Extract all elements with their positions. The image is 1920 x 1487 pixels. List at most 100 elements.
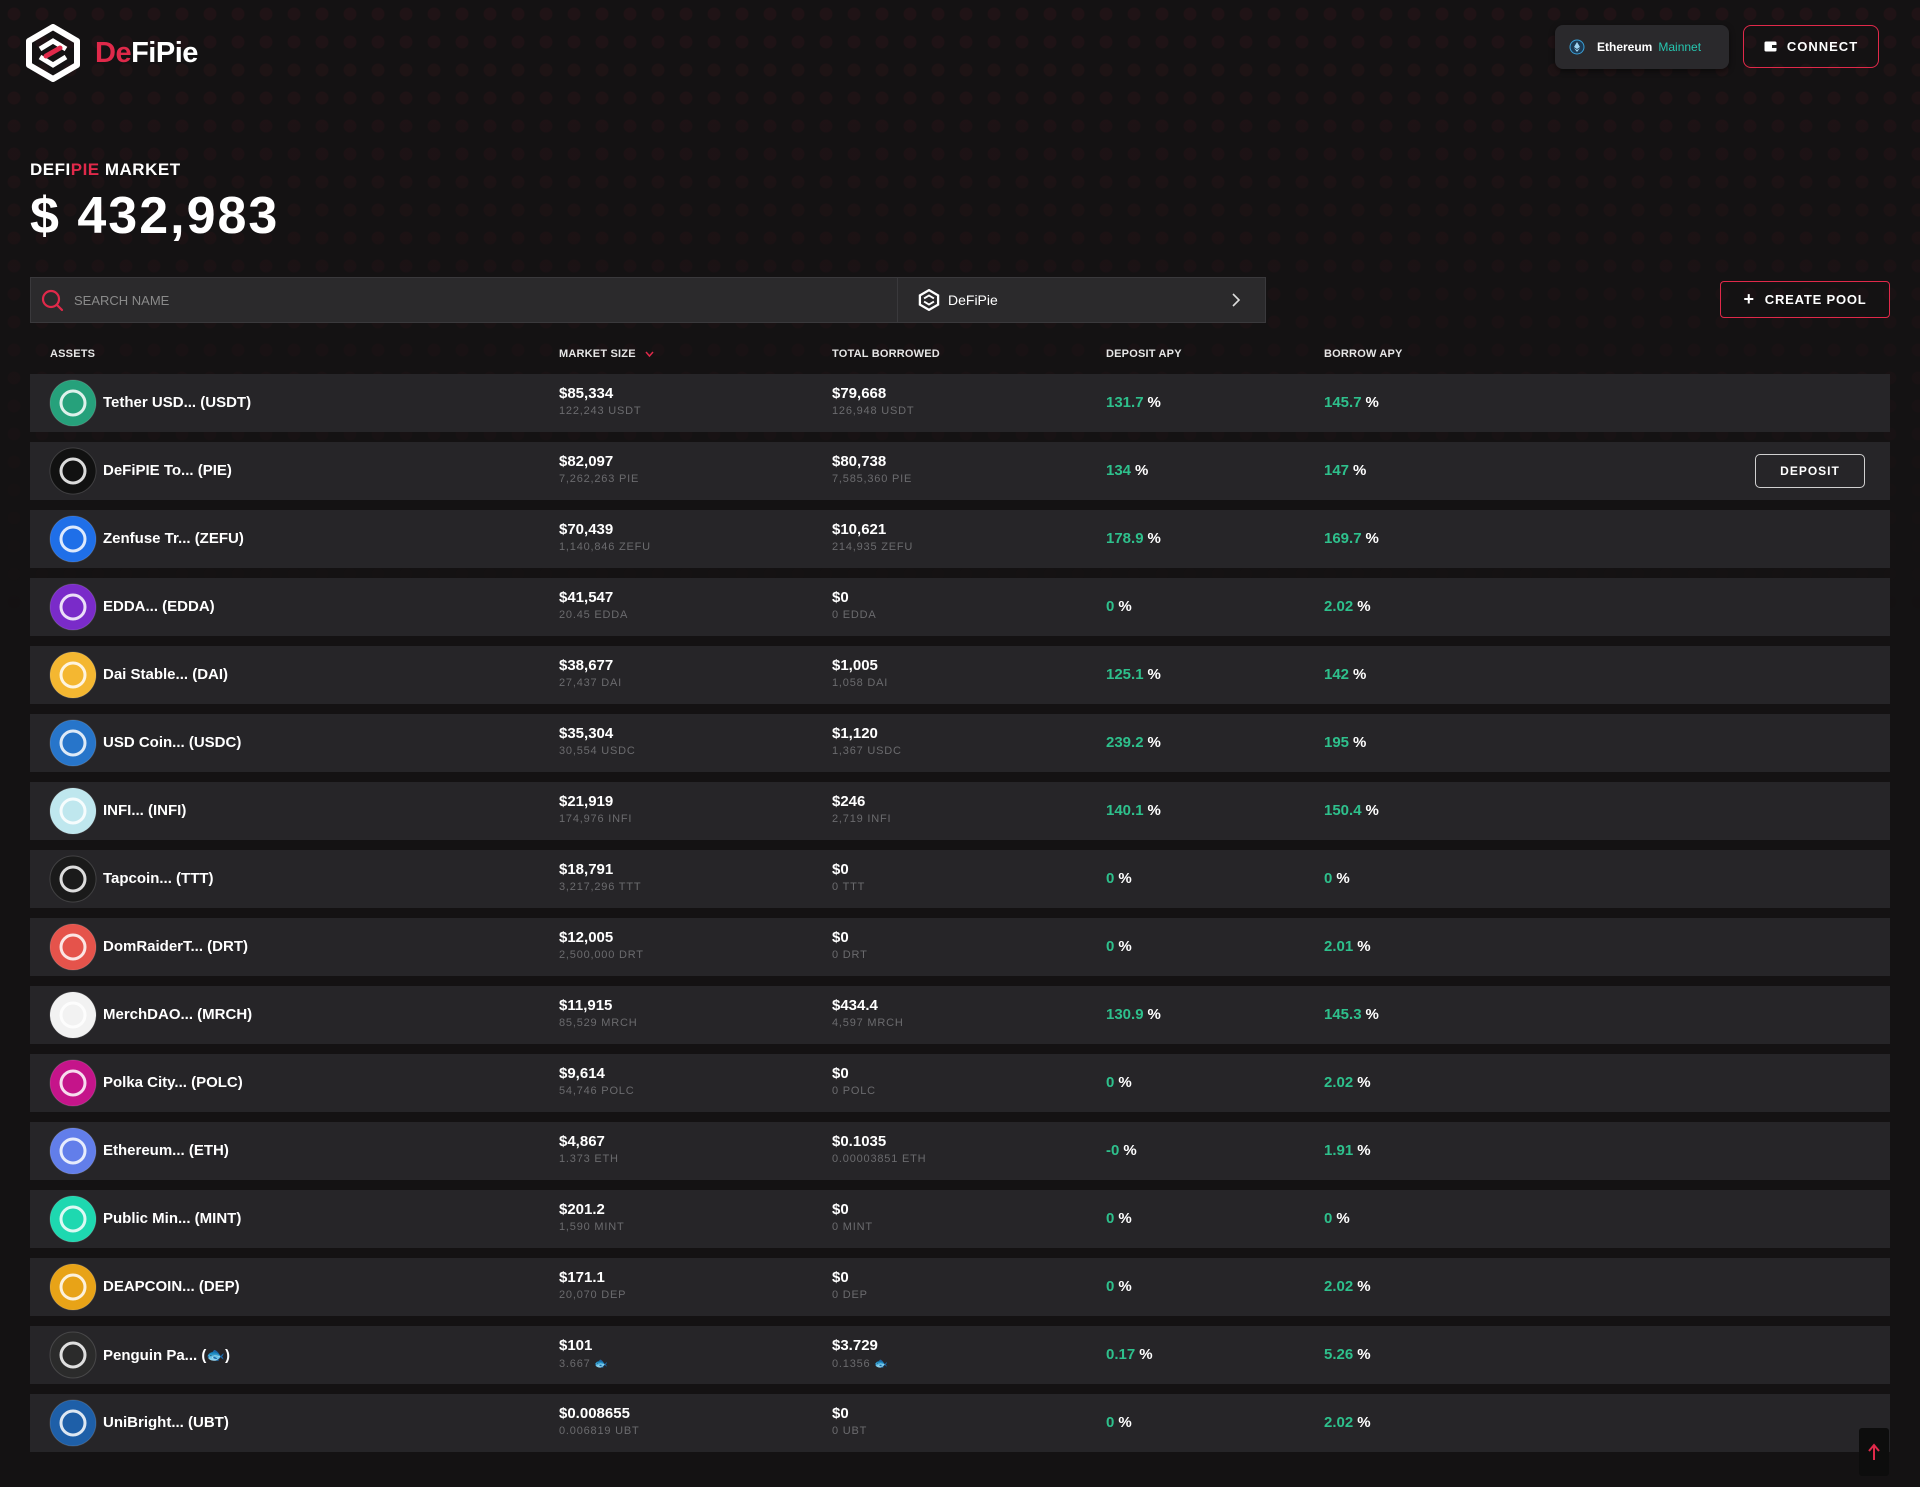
table-row[interactable]: INFI... (INFI) $21,919 174,976 INFI $246 2,7… <box>30 782 1890 840</box>
asset-name: Public Min... (MINT) <box>103 1210 242 1227</box>
percent-sign: % <box>1118 870 1132 887</box>
table-row[interactable]: Polka City... (POLC) $9,614 54,746 POLC $0 0… <box>30 1054 1890 1112</box>
edda-icon <box>49 583 97 631</box>
total-borrowed-amount: 1,367 USDC <box>832 745 902 757</box>
total-borrowed-usd: $434.4 <box>832 997 878 1014</box>
market-size-cell: $12,005 2,500,000 DRT <box>559 929 644 961</box>
table-row[interactable]: Tether USD... (USDT) $85,334 122,243 USDT $… <box>30 374 1890 432</box>
table-row[interactable]: USD Coin... (USDC) $35,304 30,554 USDC $1,1… <box>30 714 1890 772</box>
table-row[interactable]: Ethereum... (ETH) $4,867 1.373 ETH $0.1035 0… <box>30 1122 1890 1180</box>
table-row[interactable]: DomRaiderT... (DRT) $12,005 2,500,000 DRT $… <box>30 918 1890 976</box>
total-borrowed-cell: $0 0 POLC <box>832 1065 876 1097</box>
create-pool-button[interactable]: + CREATE POOL <box>1720 281 1890 318</box>
market-size-usd: $85,334 <box>559 385 614 402</box>
connect-wallet-button[interactable]: CONNECT <box>1743 25 1879 68</box>
total-borrowed-cell: $1,005 1,058 DAI <box>832 657 888 689</box>
asset-name: USD Coin... (USDC) <box>103 734 242 751</box>
market-size-cell: $35,304 30,554 USDC <box>559 725 636 757</box>
total-borrowed-usd: $0 <box>832 589 849 606</box>
borrow-apy-cell: 2.02% <box>1324 1278 1371 1295</box>
percent-sign: % <box>1123 1142 1137 1159</box>
borrow-apy-cell: 2.02% <box>1324 1414 1371 1431</box>
borrow-apy-cell: 195% <box>1324 734 1366 751</box>
column-header-borrow-apy[interactable]: BORROW APY <box>1324 348 1403 360</box>
borrow-apy-cell: 145.7% <box>1324 394 1379 411</box>
network-selector[interactable]: Ethereum Mainnet <box>1555 25 1729 69</box>
column-header-total-borrowed[interactable]: TOTAL BORROWED <box>832 348 940 360</box>
table-row[interactable]: Public Min... (MINT) $201.2 1,590 MINT $0 0 … <box>30 1190 1890 1248</box>
asset-name: Dai Stable... (DAI) <box>103 666 229 683</box>
market-size-amount: 122,243 USDT <box>559 405 642 417</box>
total-borrowed-amount: 0 DRT <box>832 949 868 961</box>
total-borrowed-amount: 0 UBT <box>832 1425 868 1437</box>
percent-sign: % <box>1147 530 1161 547</box>
market-size-cell: $0.008655 0.006819 UBT <box>559 1405 640 1437</box>
table-row[interactable]: Dai Stable... (DAI) $38,677 27,437 DAI $1,0… <box>30 646 1890 704</box>
total-borrowed-usd: $10,621 <box>832 521 887 538</box>
table-row[interactable]: Penguin Pa... (🐟) $101 3.667 🐟 $3.729 0.1356… <box>30 1326 1890 1384</box>
brand-logo[interactable]: DeFiPie <box>26 24 198 82</box>
market-size-cell: $41,547 20.45 EDDA <box>559 589 628 621</box>
percent-sign: % <box>1365 394 1379 411</box>
percent-sign: % <box>1357 1346 1371 1363</box>
search-input[interactable] <box>72 291 897 309</box>
total-borrowed-cell: $0 0 UBT <box>832 1405 867 1437</box>
borrow-apy-cell: 147% <box>1324 462 1366 479</box>
column-header-deposit-apy[interactable]: DEPOSIT APY <box>1106 348 1182 360</box>
top-bar: DeFiPie Ethereum Mainnet CONNECT <box>0 0 1920 110</box>
market-size-cell: $201.2 1,590 MINT <box>559 1201 624 1233</box>
total-borrowed-cell: $0 0 DEP <box>832 1269 868 1301</box>
percent-sign: % <box>1336 870 1350 887</box>
pool-selector[interactable]: DeFiPie <box>898 278 1265 322</box>
market-size-amount: 30,554 USDC <box>559 745 636 757</box>
table-row[interactable]: DeFiPIE To... (PIE) $82,097 7,262,263 PIE $… <box>30 442 1890 500</box>
percent-sign: % <box>1118 938 1132 955</box>
deposit-apy-cell: 131.7% <box>1106 394 1161 411</box>
search-icon <box>41 289 64 312</box>
market-size-amount: 20,070 DEP <box>559 1289 627 1301</box>
total-borrowed-usd: $0 <box>832 861 849 878</box>
percent-sign: % <box>1135 462 1149 479</box>
table-row[interactable]: MerchDAO... (MRCH) $11,915 85,529 MRCH $434… <box>30 986 1890 1044</box>
market-size-amount: 0.006819 UBT <box>559 1425 640 1437</box>
borrow-apy-value: 2.02 <box>1324 598 1354 615</box>
market-size-usd: $201.2 <box>559 1201 605 1218</box>
percent-sign: % <box>1147 802 1161 819</box>
percent-sign: % <box>1118 1278 1132 1295</box>
total-borrowed-usd: $0 <box>832 1269 849 1286</box>
deposit-button[interactable]: DEPOSIT <box>1755 454 1865 488</box>
market-title-part-b: PIE <box>70 160 100 179</box>
market-size-usd: $82,097 <box>559 453 614 470</box>
asset-name: Zenfuse Tr... (ZEFU) <box>103 530 244 547</box>
deposit-apy-cell: 140.1% <box>1106 802 1161 819</box>
column-header-market-size[interactable]: MARKET SIZE <box>559 348 654 360</box>
total-borrowed-amount: 0 POLC <box>832 1085 876 1097</box>
scroll-to-top-button[interactable] <box>1859 1428 1889 1476</box>
borrow-apy-cell: 0% <box>1324 1210 1350 1227</box>
table-row[interactable]: Zenfuse Tr... (ZEFU) $70,439 1,140,846 ZEF… <box>30 510 1890 568</box>
market-size-cell: $82,097 7,262,263 PIE <box>559 453 639 485</box>
table-row[interactable]: Tapcoin... (TTT) $18,791 3,217,296 TTT $0 0 … <box>30 850 1890 908</box>
market-size-cell: $9,614 54,746 POLC <box>559 1065 634 1097</box>
market-size-amount: 1,590 MINT <box>559 1221 625 1233</box>
table-row[interactable]: DEAPCOIN... (DEP) $171.1 20,070 DEP $0 0 DEP… <box>30 1258 1890 1316</box>
borrow-apy-value: 0 <box>1324 870 1333 887</box>
percent-sign: % <box>1357 1278 1371 1295</box>
usdc-icon <box>49 719 97 767</box>
search-bar: DeFiPie <box>30 277 1266 323</box>
borrow-apy-cell: 169.7% <box>1324 530 1379 547</box>
total-borrowed-usd: $0 <box>832 929 849 946</box>
deposit-apy-cell: 0% <box>1106 1278 1132 1295</box>
table-row[interactable]: EDDA... (EDDA) $41,547 20.45 EDDA $0 0 EDDA 0… <box>30 578 1890 636</box>
table-row[interactable]: UniBright... (UBT) $0.008655 0.006819 UBT $… <box>30 1394 1890 1452</box>
column-header-assets[interactable]: ASSETS <box>50 348 95 360</box>
percent-sign: % <box>1353 462 1367 479</box>
percent-sign: % <box>1357 1142 1371 1159</box>
total-borrowed-usd: $79,668 <box>832 385 887 402</box>
percent-sign: % <box>1139 1346 1153 1363</box>
market-size-usd: $18,791 <box>559 861 614 878</box>
market-size-amount: 7,262,263 PIE <box>559 473 640 485</box>
deapcoin-icon <box>49 1263 97 1311</box>
unibright-icon <box>49 1399 97 1447</box>
borrow-apy-value: 2.02 <box>1324 1278 1354 1295</box>
